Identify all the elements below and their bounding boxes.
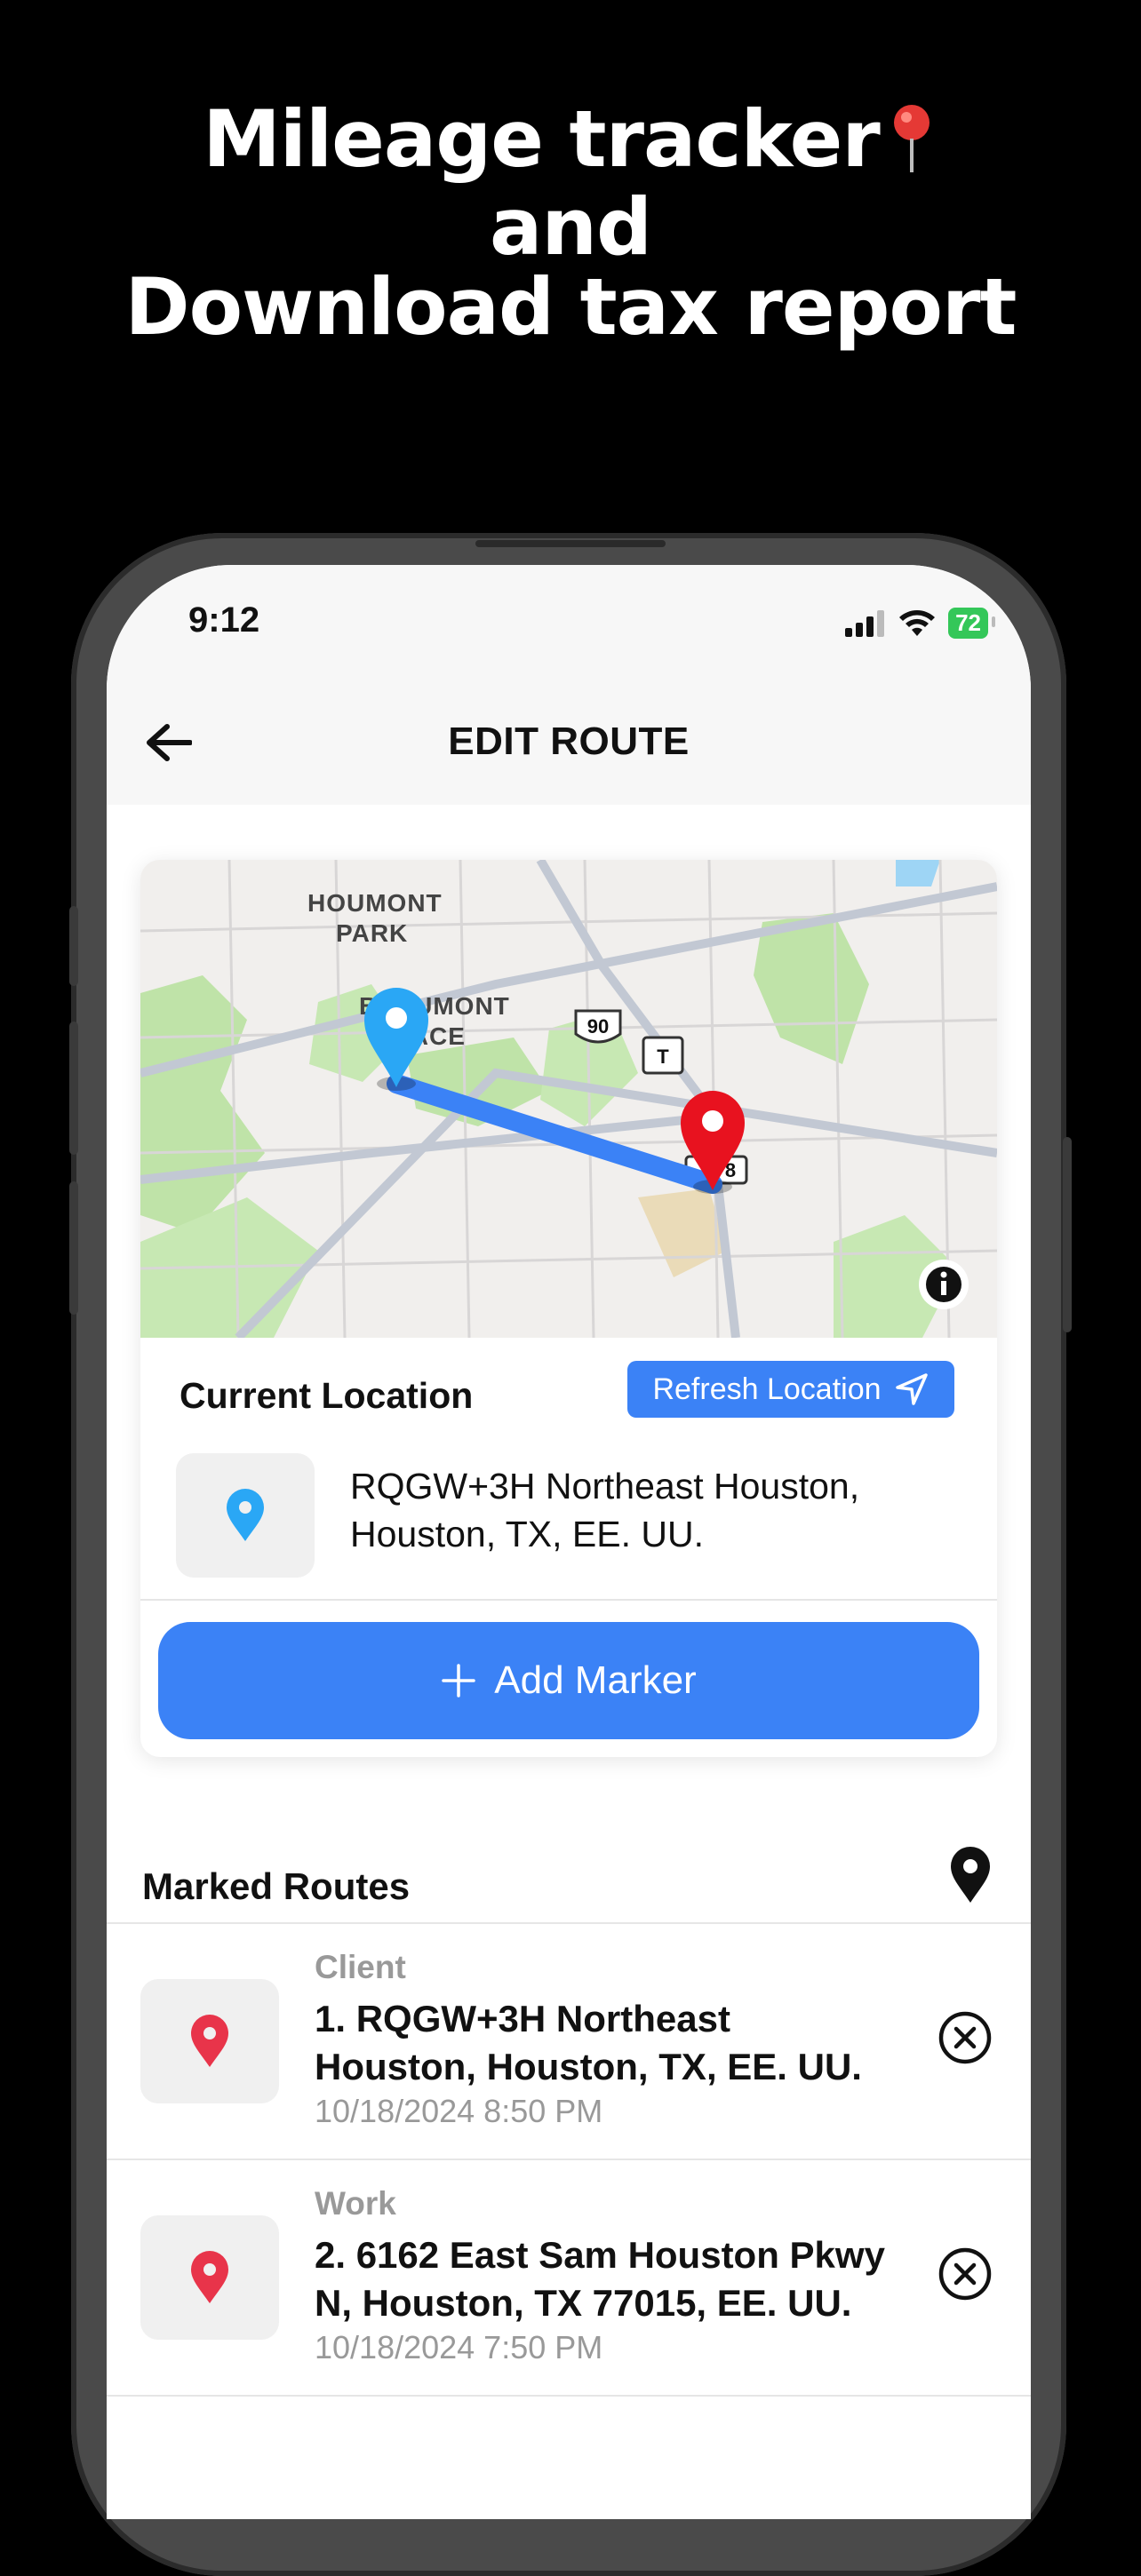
current-location-row: RQGW+3H Northeast Houston, Houston, TX, … [140, 1444, 997, 1594]
headline-line-2: and [489, 180, 652, 273]
current-location-address: RQGW+3H Northeast Houston, Houston, TX, … [350, 1462, 972, 1558]
map-pin-icon [191, 2251, 228, 2303]
remove-route-button[interactable] [937, 2246, 993, 2302]
svg-text:90: 90 [587, 1015, 609, 1038]
divider [107, 2395, 1031, 2397]
add-marker-button[interactable]: Add Marker [158, 1622, 979, 1739]
current-location-label: Current Location [180, 1375, 474, 1416]
promo-headline: Mileage tracker and Download tax report [0, 99, 1141, 347]
battery-indicator: 72 [948, 608, 995, 639]
speaker-slot [475, 540, 666, 547]
plus-icon [442, 1664, 476, 1697]
map-label-houmont: HOUMONT [307, 889, 443, 917]
remove-route-button[interactable] [937, 2009, 993, 2066]
status-bar: 9:12 72 [107, 565, 1031, 680]
route-timestamp: 10/18/2024 7:50 PM [315, 2329, 603, 2365]
location-icon-box [176, 1453, 315, 1578]
route-address: 2. 6162 East Sam Houston Pkwy N, Houston… [315, 2231, 919, 2327]
svg-text:T: T [657, 1046, 669, 1068]
map-label-park: PARK [336, 919, 408, 947]
route-map[interactable]: HOUMONT PARK BEAUMONT PLACE 90 T 8 [140, 860, 997, 1338]
route-category: Client [315, 1949, 406, 1985]
location-card: HOUMONT PARK BEAUMONT PLACE 90 T 8 [140, 860, 997, 1757]
nav-bar: EDIT ROUTE [107, 680, 1031, 805]
list-item[interactable]: Client 1. RQGW+3H Northeast Houston, Hou… [107, 1924, 1031, 2159]
route-address-line-2: N, Houston, TX 77015, EE. UU. [315, 2282, 852, 2324]
pushpin-icon [885, 103, 938, 187]
route-address: 1. RQGW+3H Northeast Houston, Houston, T… [315, 1995, 919, 2091]
navigation-arrow-icon [895, 1373, 928, 1405]
map-pin-icon [191, 2015, 228, 2067]
power-button [1063, 1137, 1072, 1332]
refresh-location-label: Refresh Location [652, 1371, 882, 1406]
route-address-line-1: 2. 6162 East Sam Houston Pkwy [315, 2234, 885, 2276]
route-category: Work [315, 2185, 396, 2222]
map-pin-icon [951, 1847, 990, 1903]
address-line-2: Houston, TX, EE. UU. [350, 1514, 705, 1554]
route-icon-box [140, 1979, 279, 2103]
volume-button [69, 906, 78, 986]
app-screen: 9:12 72 EDIT ROUTE HOUMONT PARK BEAUMONT… [107, 565, 1031, 2519]
route-timestamp: 10/18/2024 8:50 PM [315, 2093, 603, 2129]
headline-line-3: Download tax report [124, 260, 1017, 353]
volume-button [69, 1181, 78, 1315]
wifi-icon [899, 609, 936, 636]
map-pin-icon [227, 1489, 264, 1541]
highway-shield-90: 90 [574, 1009, 622, 1044]
info-icon[interactable] [919, 1260, 969, 1309]
route-address-line-2: Houston, Houston, TX, EE. UU. [315, 2046, 862, 2087]
page-title: EDIT ROUTE [448, 720, 690, 763]
status-icons: 72 [845, 608, 995, 639]
signal-icon [845, 609, 885, 637]
address-line-1: RQGW+3H Northeast Houston, [350, 1466, 860, 1507]
route-address-line-1: 1. RQGW+3H Northeast [315, 1998, 730, 2039]
route-icon-box [140, 2215, 279, 2340]
volume-button [69, 1022, 78, 1155]
status-time: 9:12 [188, 600, 260, 640]
list-item[interactable]: Work 2. 6162 East Sam Houston Pkwy N, Ho… [107, 2160, 1031, 2395]
add-marker-label: Add Marker [494, 1658, 697, 1702]
transit-shield: T [642, 1036, 684, 1075]
refresh-location-button[interactable]: Refresh Location [627, 1361, 954, 1418]
marked-routes-title: Marked Routes [142, 1865, 411, 1907]
divider [140, 1599, 997, 1601]
headline-line-1: Mileage tracker [203, 93, 881, 185]
marked-routes-header: Marked Routes [107, 1826, 1031, 1924]
